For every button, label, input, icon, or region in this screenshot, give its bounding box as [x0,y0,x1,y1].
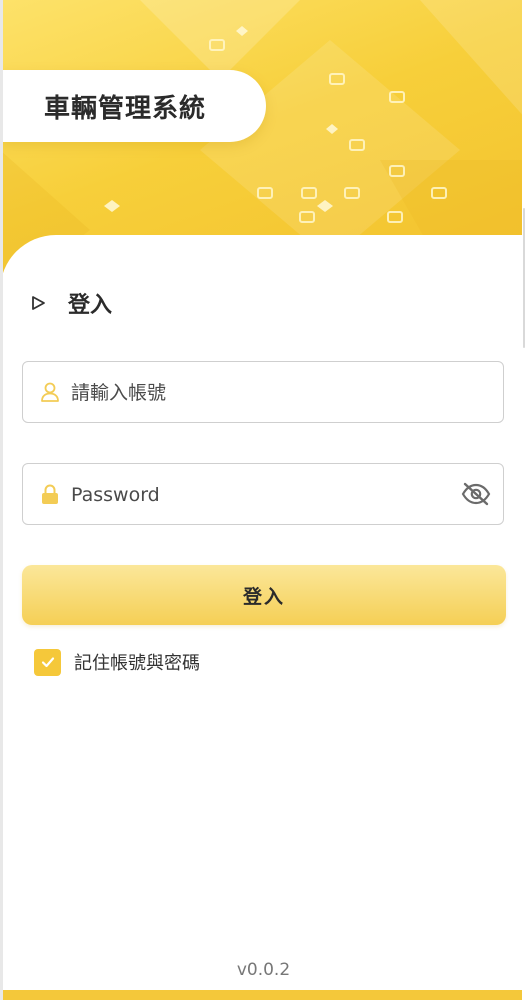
username-field[interactable] [22,361,504,424]
login-heading: 登入 [30,288,112,318]
remember-me[interactable]: 記住帳號與密碼 [34,647,200,677]
login-heading-label: 登入 [68,293,113,318]
remember-checkbox[interactable] [34,648,61,676]
lock-icon [42,484,58,504]
version-label: v0.0.2 [236,960,291,980]
password-field[interactable] [22,463,504,526]
password-input[interactable] [69,464,453,526]
app-title-pill: 車輛管理系統 [0,70,266,142]
checkmark-icon [41,657,54,668]
username-input[interactable] [69,362,453,424]
eye-off-icon[interactable] [461,481,491,507]
remember-label: 記住帳號與密碼 [74,653,200,674]
app-title: 車輛管理系統 [44,93,207,124]
left-edge [0,0,3,1000]
scrollbar-thumb[interactable] [523,208,525,348]
user-icon [41,382,59,402]
bottom-accent-bar [0,990,527,1000]
login-button[interactable]: 登入 [22,565,506,625]
scrollbar[interactable] [522,0,527,1000]
play-triangle-icon [32,296,45,310]
